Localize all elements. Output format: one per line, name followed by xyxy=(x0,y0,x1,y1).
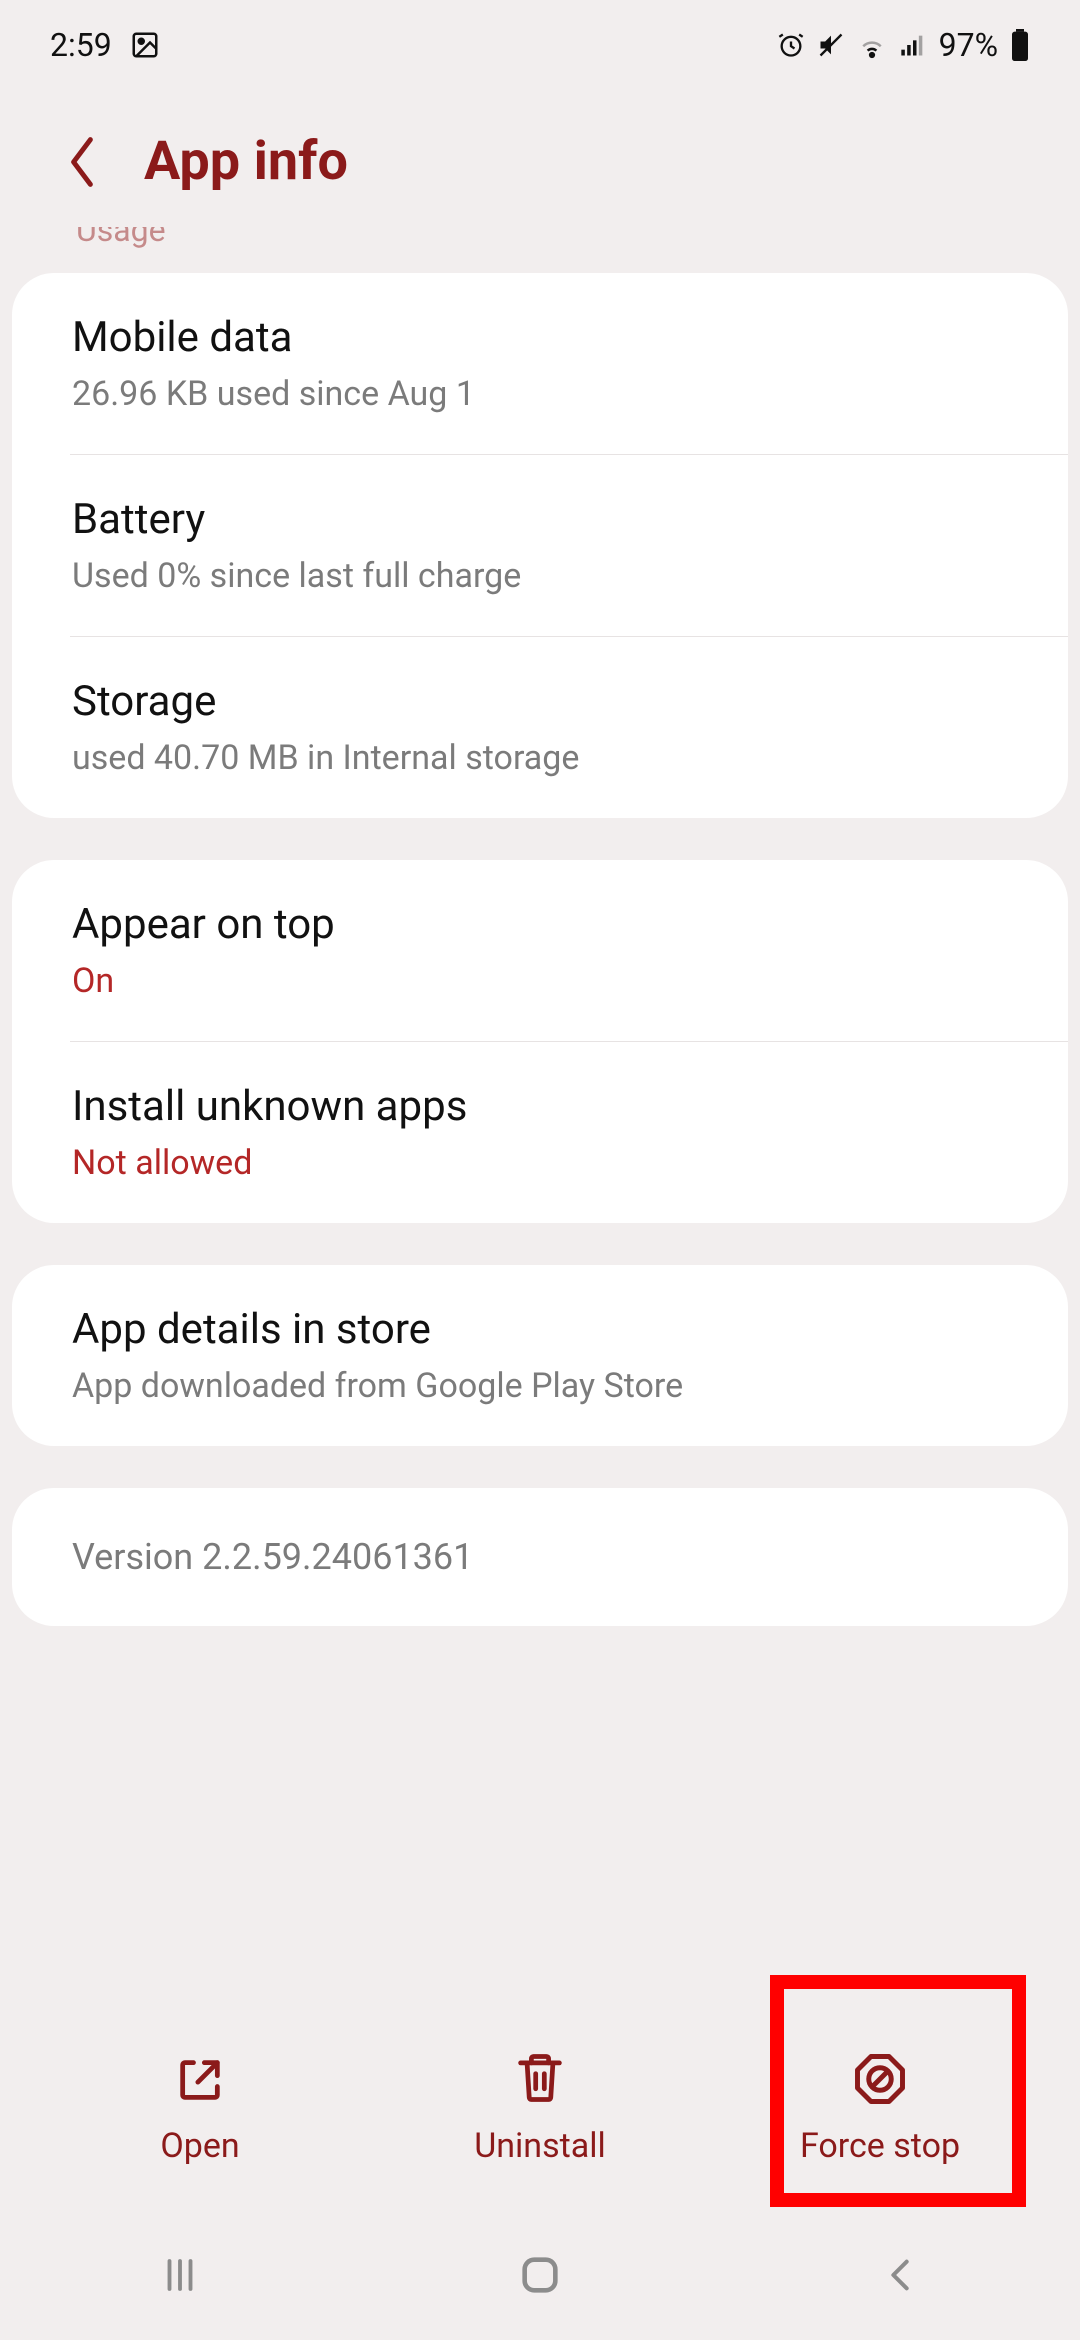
section-label-usage: Usage xyxy=(0,227,1080,249)
signal-icon xyxy=(899,31,927,59)
open-icon xyxy=(174,2054,226,2106)
storage-sub: used 40.70 MB in Internal storage xyxy=(72,738,1008,778)
battery-row[interactable]: Battery Used 0% since last full charge xyxy=(12,455,1068,636)
battery-title: Battery xyxy=(72,495,1008,544)
install-unknown-row[interactable]: Install unknown apps Not allowed xyxy=(12,1042,1068,1223)
version-text: Version 2.2.59.24061361 xyxy=(72,1536,1008,1578)
force-stop-button[interactable]: Force stop xyxy=(730,2028,1030,2190)
status-bar: 2:59 97% xyxy=(0,0,1080,90)
permissions-card: Appear on top On Install unknown apps No… xyxy=(12,860,1068,1223)
uninstall-label: Uninstall xyxy=(474,2126,606,2166)
trash-icon xyxy=(514,2050,566,2106)
mute-icon xyxy=(817,31,845,59)
uninstall-button[interactable]: Uninstall xyxy=(390,2026,690,2190)
image-icon xyxy=(130,30,160,60)
mobile-data-sub: 26.96 KB used since Aug 1 xyxy=(72,374,1008,414)
alarm-icon xyxy=(777,31,805,59)
status-bar-right: 97% xyxy=(777,26,1030,64)
open-label: Open xyxy=(160,2126,239,2166)
install-unknown-sub: Not allowed xyxy=(72,1143,1008,1183)
battery-text: 97% xyxy=(939,26,998,64)
appear-on-top-sub: On xyxy=(72,961,1008,1001)
open-button[interactable]: Open xyxy=(50,2030,350,2190)
battery-icon xyxy=(1010,29,1030,61)
app-details-store-row[interactable]: App details in store App downloaded from… xyxy=(12,1265,1068,1446)
wifi-icon xyxy=(857,30,887,60)
storage-title: Storage xyxy=(72,677,1008,726)
bottom-action-bar: Open Uninstall Force stop xyxy=(0,2026,1080,2190)
storage-row[interactable]: Storage used 40.70 MB in Internal storag… xyxy=(12,637,1068,818)
store-card: App details in store App downloaded from… xyxy=(12,1265,1068,1446)
nav-home[interactable] xyxy=(470,2245,610,2305)
mobile-data-row[interactable]: Mobile data 26.96 KB used since Aug 1 xyxy=(12,273,1068,454)
battery-sub: Used 0% since last full charge xyxy=(72,556,1008,596)
force-stop-label: Force stop xyxy=(800,2126,960,2166)
version-card: Version 2.2.59.24061361 xyxy=(12,1488,1068,1626)
app-details-store-title: App details in store xyxy=(72,1305,1008,1354)
nav-back[interactable] xyxy=(830,2245,970,2305)
status-bar-left: 2:59 xyxy=(50,26,160,64)
system-nav-bar xyxy=(0,2210,1080,2340)
back-button[interactable] xyxy=(60,140,104,184)
stop-icon xyxy=(853,2052,907,2106)
usage-card: Mobile data 26.96 KB used since Aug 1 Ba… xyxy=(12,273,1068,818)
page-title: App info xyxy=(144,130,348,193)
appear-on-top-title: Appear on top xyxy=(72,900,1008,949)
app-details-store-sub: App downloaded from Google Play Store xyxy=(72,1366,1008,1406)
version-row: Version 2.2.59.24061361 xyxy=(12,1488,1068,1626)
status-time: 2:59 xyxy=(50,26,112,64)
install-unknown-title: Install unknown apps xyxy=(72,1082,1008,1131)
appear-on-top-row[interactable]: Appear on top On xyxy=(12,860,1068,1041)
mobile-data-title: Mobile data xyxy=(72,313,1008,362)
header: App info xyxy=(0,90,1080,233)
nav-recents[interactable] xyxy=(110,2245,250,2305)
